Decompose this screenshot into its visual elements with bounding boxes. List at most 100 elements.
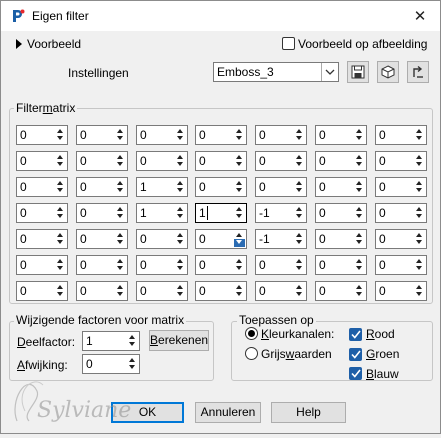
cancel-button[interactable]: Annuleren bbox=[195, 402, 261, 423]
spin-down-icon[interactable] bbox=[177, 188, 183, 192]
matrix-cell[interactable]: 0 bbox=[195, 177, 247, 197]
spin-up-icon[interactable] bbox=[57, 155, 63, 159]
matrix-spin-arrows[interactable] bbox=[354, 205, 365, 221]
spin-up-icon[interactable] bbox=[356, 181, 362, 185]
spin-up-icon[interactable] bbox=[296, 207, 302, 211]
spin-up-icon[interactable] bbox=[236, 129, 242, 133]
matrix-spin-arrows[interactable] bbox=[354, 179, 365, 195]
spin-up-icon[interactable] bbox=[129, 335, 135, 339]
spin-down-icon[interactable] bbox=[57, 188, 63, 192]
spin-up-icon[interactable] bbox=[177, 285, 183, 289]
spin-down-icon[interactable] bbox=[117, 292, 123, 296]
spin-up-icon[interactable] bbox=[296, 181, 302, 185]
matrix-cell[interactable]: 0 bbox=[255, 151, 307, 171]
matrix-spin-arrows[interactable] bbox=[55, 205, 66, 221]
matrix-cell-value[interactable]: 0 bbox=[259, 180, 266, 194]
matrix-spin-arrows[interactable] bbox=[354, 127, 365, 143]
matrix-spin-arrows[interactable] bbox=[294, 179, 305, 195]
matrix-cell[interactable]: 0 bbox=[315, 229, 367, 249]
spin-up-icon[interactable] bbox=[356, 259, 362, 263]
matrix-spin-arrows[interactable] bbox=[115, 231, 126, 247]
spin-up-icon[interactable] bbox=[57, 285, 63, 289]
spin-down-icon[interactable] bbox=[356, 214, 362, 218]
matrix-cell[interactable]: 0 bbox=[76, 255, 128, 275]
matrix-cell[interactable]: 0 bbox=[375, 229, 427, 249]
spin-down-icon[interactable] bbox=[356, 136, 362, 140]
matrix-cell[interactable]: 0 bbox=[16, 229, 68, 249]
matrix-spin-arrows[interactable] bbox=[294, 127, 305, 143]
matrix-spin-arrows[interactable] bbox=[234, 283, 245, 299]
spin-up-icon[interactable] bbox=[177, 233, 183, 237]
spin-down-icon[interactable] bbox=[117, 240, 123, 244]
matrix-cell[interactable]: 0 bbox=[16, 281, 68, 301]
matrix-cell-value[interactable]: 0 bbox=[379, 206, 386, 220]
matrix-cell[interactable]: 0 bbox=[315, 281, 367, 301]
matrix-spin-arrows[interactable] bbox=[175, 179, 186, 195]
spin-up-icon[interactable] bbox=[356, 129, 362, 133]
matrix-spin-arrows[interactable] bbox=[175, 231, 186, 247]
spin-down-icon[interactable] bbox=[356, 162, 362, 166]
spin-down-icon[interactable] bbox=[177, 162, 183, 166]
blue-checkbox[interactable] bbox=[349, 367, 362, 380]
matrix-cell-value[interactable]: 0 bbox=[140, 258, 147, 272]
matrix-spin-arrows[interactable] bbox=[175, 283, 186, 299]
matrix-cell-value[interactable]: 0 bbox=[140, 232, 147, 246]
matrix-cell[interactable]: 0 bbox=[375, 281, 427, 301]
matrix-cell-value[interactable]: 0 bbox=[319, 232, 326, 246]
spin-down-icon[interactable] bbox=[57, 162, 63, 166]
spin-up-icon[interactable] bbox=[177, 259, 183, 263]
matrix-spin-arrows[interactable] bbox=[234, 205, 245, 221]
spin-down-icon[interactable] bbox=[296, 162, 302, 166]
matrix-cell-value[interactable]: 0 bbox=[259, 154, 266, 168]
matrix-spin-arrows[interactable] bbox=[115, 257, 126, 273]
matrix-spin-arrows[interactable] bbox=[234, 153, 245, 169]
spin-up-icon[interactable] bbox=[416, 129, 422, 133]
matrix-cell-value[interactable]: 0 bbox=[199, 258, 206, 272]
matrix-cell[interactable]: 0 bbox=[16, 151, 68, 171]
matrix-spin-arrows[interactable] bbox=[414, 205, 425, 221]
spin-down-icon[interactable] bbox=[57, 214, 63, 218]
matrix-cell-value[interactable]: 0 bbox=[379, 154, 386, 168]
matrix-cell[interactable]: 0 bbox=[315, 203, 367, 223]
matrix-cell[interactable]: 0 bbox=[16, 177, 68, 197]
matrix-cell[interactable]: 0 bbox=[136, 151, 188, 171]
grayscale-label[interactable]: Grijswaarden bbox=[261, 347, 332, 361]
spin-up-icon[interactable] bbox=[117, 233, 123, 237]
spin-up-icon[interactable] bbox=[117, 207, 123, 211]
spin-down-icon[interactable] bbox=[57, 240, 63, 244]
green-label[interactable]: Groen bbox=[366, 347, 399, 361]
matrix-cell-value[interactable]: 0 bbox=[80, 206, 87, 220]
matrix-cell-value[interactable]: 0 bbox=[319, 284, 326, 298]
matrix-cell-value[interactable]: 0 bbox=[379, 284, 386, 298]
matrix-cell[interactable]: 1 bbox=[195, 203, 247, 223]
spin-down-icon[interactable] bbox=[177, 266, 183, 270]
matrix-spin-arrows[interactable] bbox=[294, 205, 305, 221]
preview-on-image-label[interactable]: Voorbeeld op afbeelding bbox=[298, 37, 427, 51]
matrix-cell-value[interactable]: 0 bbox=[80, 128, 87, 142]
matrix-cell[interactable]: 0 bbox=[136, 125, 188, 145]
matrix-cell-value[interactable]: 1 bbox=[140, 180, 147, 194]
matrix-cell[interactable]: 1 bbox=[136, 203, 188, 223]
preview-toggle-label[interactable]: Voorbeeld bbox=[27, 37, 81, 51]
spin-up-icon[interactable] bbox=[296, 259, 302, 263]
matrix-cell-value[interactable]: 1 bbox=[199, 206, 208, 220]
matrix-spin-arrows[interactable] bbox=[414, 283, 425, 299]
spin-down-icon[interactable] bbox=[296, 188, 302, 192]
matrix-cell-value[interactable]: 0 bbox=[319, 180, 326, 194]
matrix-spin-arrows[interactable] bbox=[55, 283, 66, 299]
title-bar[interactable]: Eigen filter ✕ bbox=[1, 1, 440, 31]
spin-down-icon[interactable] bbox=[356, 188, 362, 192]
spin-down-icon[interactable] bbox=[236, 162, 242, 166]
spin-up-icon[interactable] bbox=[356, 155, 362, 159]
matrix-cell[interactable]: 0 bbox=[375, 125, 427, 145]
matrix-cell-value[interactable]: 0 bbox=[80, 258, 87, 272]
spin-up-icon[interactable] bbox=[296, 129, 302, 133]
spin-down-icon[interactable] bbox=[416, 214, 422, 218]
matrix-cell-value[interactable]: 0 bbox=[80, 154, 87, 168]
spin-up-icon[interactable] bbox=[117, 155, 123, 159]
spin-down-icon[interactable] bbox=[57, 292, 63, 296]
spin-up-icon[interactable] bbox=[177, 155, 183, 159]
matrix-cell-value[interactable]: 0 bbox=[199, 180, 206, 194]
spin-up-icon[interactable] bbox=[236, 181, 242, 185]
matrix-cell-value[interactable]: 0 bbox=[80, 284, 87, 298]
